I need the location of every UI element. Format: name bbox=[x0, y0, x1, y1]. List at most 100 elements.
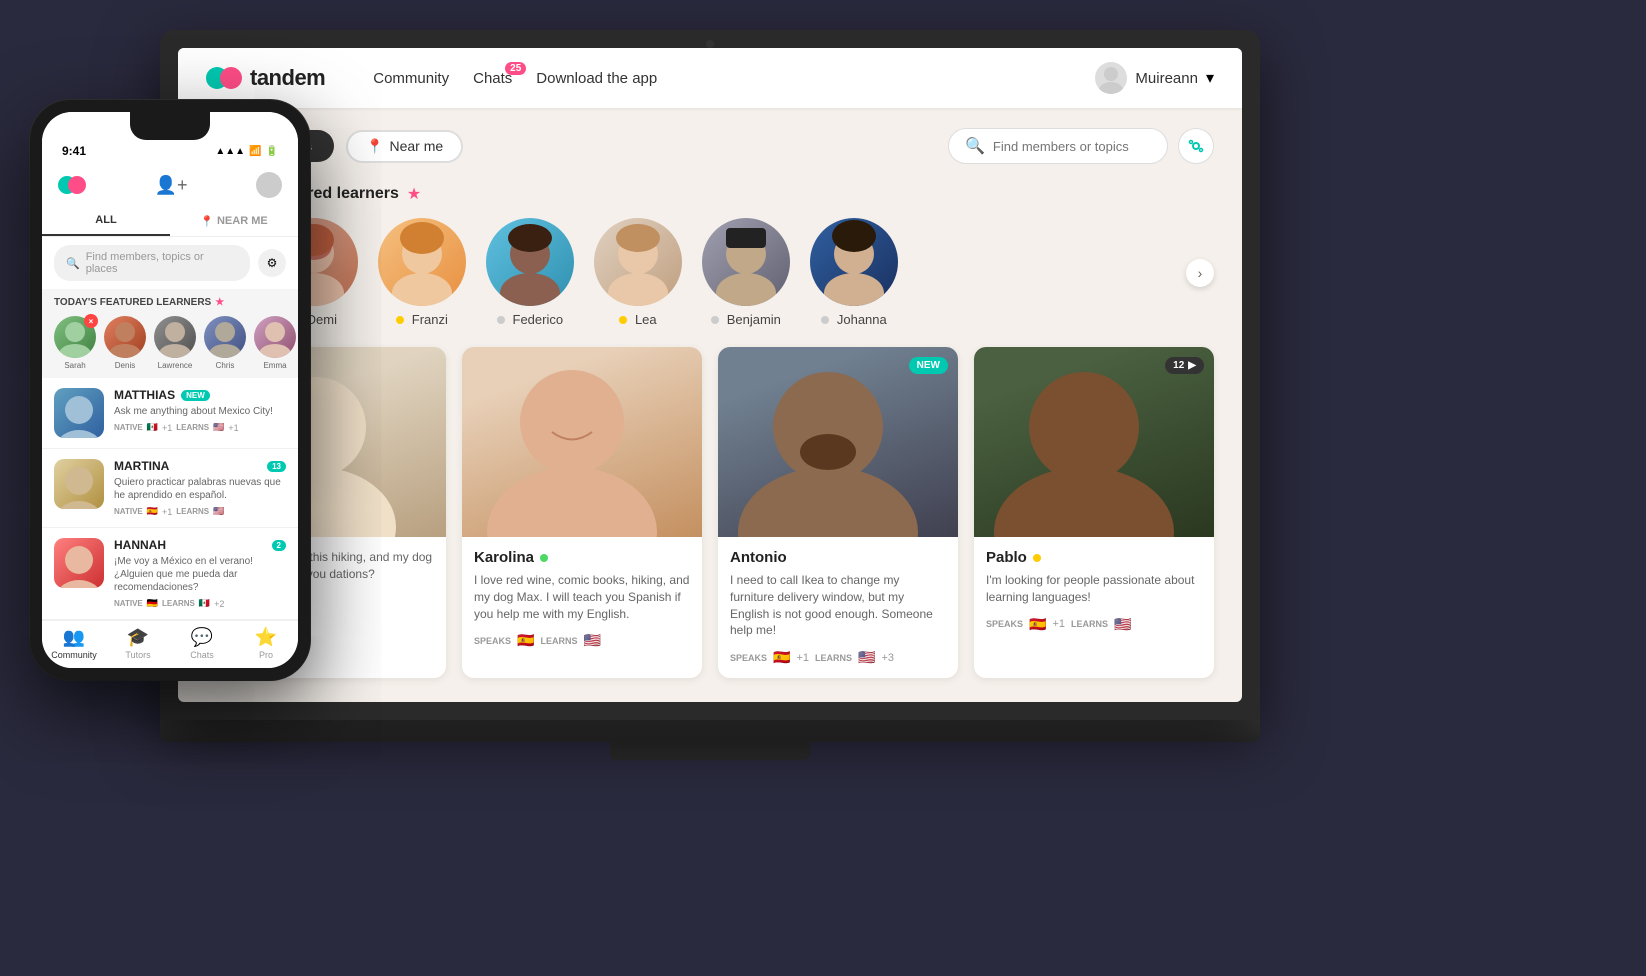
filter-icon-button[interactable] bbox=[1178, 128, 1214, 164]
battery-icon: 🔋 bbox=[266, 146, 278, 157]
phone-avatar-lawrence[interactable]: Lawrence bbox=[154, 316, 196, 370]
phone: 9:41 ▲▲▲ 📶 🔋 👤+ bbox=[30, 100, 310, 680]
nav-download[interactable]: Download the app bbox=[536, 70, 657, 87]
nav-user[interactable]: Muireann ▾ bbox=[1095, 62, 1214, 94]
phone-avatar-label-denis: Denis bbox=[104, 361, 146, 370]
avatar-item-federico[interactable]: Federico bbox=[486, 218, 574, 327]
phone-filter-button[interactable]: ⚙ bbox=[258, 249, 286, 277]
card-antonio[interactable]: NEW Antonio bbox=[718, 347, 958, 678]
phone-header: 👤+ bbox=[42, 164, 298, 206]
phone-user-martina-desc: Quiero practicar palabras nuevas que he … bbox=[114, 476, 286, 502]
location-pin-icon: 📍 bbox=[200, 215, 214, 228]
phone-bottom-nav: 👥 Community 🎓 Tutors 💬 Chats ⭐ Pro bbox=[42, 620, 298, 668]
phone-time: 9:41 bbox=[62, 144, 86, 158]
card-pablo-badge: 12 ▶ bbox=[1165, 357, 1204, 374]
avatar-item-johanna[interactable]: Johanna bbox=[810, 218, 898, 327]
logo[interactable]: tandem bbox=[206, 60, 325, 96]
card-pablo[interactable]: 12 ▶ Pablo bbox=[974, 347, 1214, 678]
avatar-name-benjamin: Benjamin bbox=[711, 312, 781, 327]
chats-badge: 25 bbox=[505, 62, 526, 75]
search-input-wrap[interactable]: 🔍 bbox=[948, 128, 1168, 164]
phone-hannah-badge: 2 bbox=[272, 540, 286, 551]
phone-nav-community[interactable]: 👥 Community bbox=[42, 627, 106, 660]
card-pablo-name: Pablo bbox=[986, 549, 1202, 566]
phone-status-icons: ▲▲▲ 📶 🔋 bbox=[215, 146, 278, 157]
navbar: tandem Community Chats 25 Download the a… bbox=[178, 48, 1242, 108]
phone-avatar-close-sarah[interactable]: × bbox=[84, 314, 98, 328]
phone-screen: 9:41 ▲▲▲ 📶 🔋 👤+ bbox=[42, 112, 298, 668]
card-karolina[interactable]: Karolina I love red wine, comic books, h… bbox=[462, 347, 702, 678]
avatar-item-lea[interactable]: Lea bbox=[594, 218, 682, 327]
phone-add-user-icon[interactable]: 👤+ bbox=[155, 175, 188, 196]
chevron-right-button[interactable]: › bbox=[1186, 259, 1214, 287]
cards-grid: to New York City this hiking, and my dog… bbox=[206, 347, 1214, 678]
wifi-icon: ▲▲▲ bbox=[215, 146, 245, 157]
laptop-base bbox=[160, 720, 1260, 742]
phone-search-icon: 🔍 bbox=[66, 257, 80, 270]
nav-community[interactable]: Community bbox=[373, 70, 449, 87]
laptop: tandem Community Chats 25 Download the a… bbox=[160, 30, 1260, 780]
laptop-stand bbox=[610, 742, 810, 760]
phone-search: 🔍 Find members, topics or places ⚙ bbox=[42, 237, 298, 289]
phone-user-martina[interactable]: MARTINA 13 Quiero practicar palabras nue… bbox=[42, 449, 298, 528]
phone-nav-pro[interactable]: ⭐ Pro bbox=[234, 627, 298, 660]
phone-search-field[interactable]: 🔍 Find members, topics or places bbox=[54, 245, 250, 281]
phone-profile-avatar[interactable] bbox=[256, 172, 282, 198]
avatar-name-franzi: Franzi bbox=[396, 312, 448, 327]
phone-search-placeholder: Find members, topics or places bbox=[86, 251, 238, 275]
location-icon: 📍 bbox=[366, 138, 383, 155]
phone-tab-near[interactable]: 📍 NEAR ME bbox=[170, 206, 298, 236]
card-karolina-desc: I love red wine, comic books, hiking, an… bbox=[474, 572, 690, 622]
community-icon: 👥 bbox=[63, 627, 85, 648]
phone-avatar-label-emma: Emma bbox=[254, 361, 296, 370]
star-icon: ★ bbox=[407, 184, 421, 204]
laptop-body: tandem Community Chats 25 Download the a… bbox=[160, 30, 1260, 720]
card-karolina-name: Karolina bbox=[474, 549, 690, 566]
phone-user-list: MATTHIAS NEW Ask me anything about Mexic… bbox=[42, 378, 298, 620]
phone-matthias-badge: NEW bbox=[181, 390, 210, 401]
card-karolina-tags: SPEAKS 🇪🇸 LEARNS 🇺🇸 bbox=[474, 632, 690, 649]
main-content: All members 📍 Near me 🔍 bbox=[178, 108, 1242, 702]
phone-user-martina-name: MARTINA bbox=[114, 459, 169, 473]
phone-tab-all[interactable]: ALL bbox=[42, 206, 170, 236]
near-me-button[interactable]: 📍 Near me bbox=[346, 130, 463, 163]
phone-logo-pink bbox=[68, 176, 86, 194]
phone-notch bbox=[130, 112, 210, 140]
avatar-item-benjamin[interactable]: Benjamin bbox=[702, 218, 790, 327]
phone-star-icon: ★ bbox=[215, 297, 224, 308]
logo-text: tandem bbox=[250, 65, 325, 91]
phone-avatar-sarah[interactable]: × Sarah bbox=[54, 316, 96, 370]
phone-nav-tutors[interactable]: 🎓 Tutors bbox=[106, 627, 170, 660]
chevron-down-icon: ▾ bbox=[1206, 68, 1214, 88]
avatar-name-lea: Lea bbox=[619, 312, 656, 327]
phone-avatar-emma[interactable]: Emma bbox=[254, 316, 296, 370]
search-input[interactable] bbox=[993, 139, 1151, 154]
laptop-camera bbox=[706, 40, 714, 48]
phone-user-matthias[interactable]: MATTHIAS NEW Ask me anything about Mexic… bbox=[42, 378, 298, 449]
phone-martina-badge: 13 bbox=[267, 461, 286, 472]
signal-icon: 📶 bbox=[249, 146, 261, 157]
avatar-name-federico: Federico bbox=[497, 312, 563, 327]
scene: tandem Community Chats 25 Download the a… bbox=[0, 0, 1646, 976]
status-dot-gray-3 bbox=[821, 316, 829, 324]
user-avatar-nav bbox=[1095, 62, 1127, 94]
phone-user-hannah-info: HANNAH 2 ¡Me voy a México en el verano! … bbox=[114, 538, 286, 609]
nav-links: Community Chats 25 Download the app bbox=[373, 70, 1063, 87]
browser: tandem Community Chats 25 Download the a… bbox=[178, 48, 1242, 702]
phone-user-hannah-name: HANNAH bbox=[114, 538, 166, 552]
nav-chats[interactable]: Chats 25 bbox=[473, 70, 512, 87]
phone-logo-icon bbox=[58, 173, 86, 197]
phone-avatar-chris[interactable]: Chris bbox=[204, 316, 246, 370]
phone-avatar-label-chris: Chris bbox=[204, 361, 246, 370]
status-dot-gray-2 bbox=[711, 316, 719, 324]
pro-icon: ⭐ bbox=[255, 627, 277, 648]
phone-avatar-denis[interactable]: Denis bbox=[104, 316, 146, 370]
card-pablo-tags: SPEAKS 🇪🇸 +1 LEARNS 🇺🇸 bbox=[986, 616, 1202, 633]
phone-logo[interactable] bbox=[58, 173, 86, 197]
avatar-item-franzi[interactable]: Franzi bbox=[378, 218, 466, 327]
phone-user-hannah[interactable]: HANNAH 2 ¡Me voy a México en el verano! … bbox=[42, 528, 298, 620]
phone-user-hannah-tags: NATIVE 🇩🇪 LEARNS 🇲🇽+2 bbox=[114, 598, 286, 609]
phone-nav-chats[interactable]: 💬 Chats bbox=[170, 627, 234, 660]
search-icon: 🔍 bbox=[965, 136, 985, 156]
avatar-name-johanna: Johanna bbox=[821, 312, 887, 327]
